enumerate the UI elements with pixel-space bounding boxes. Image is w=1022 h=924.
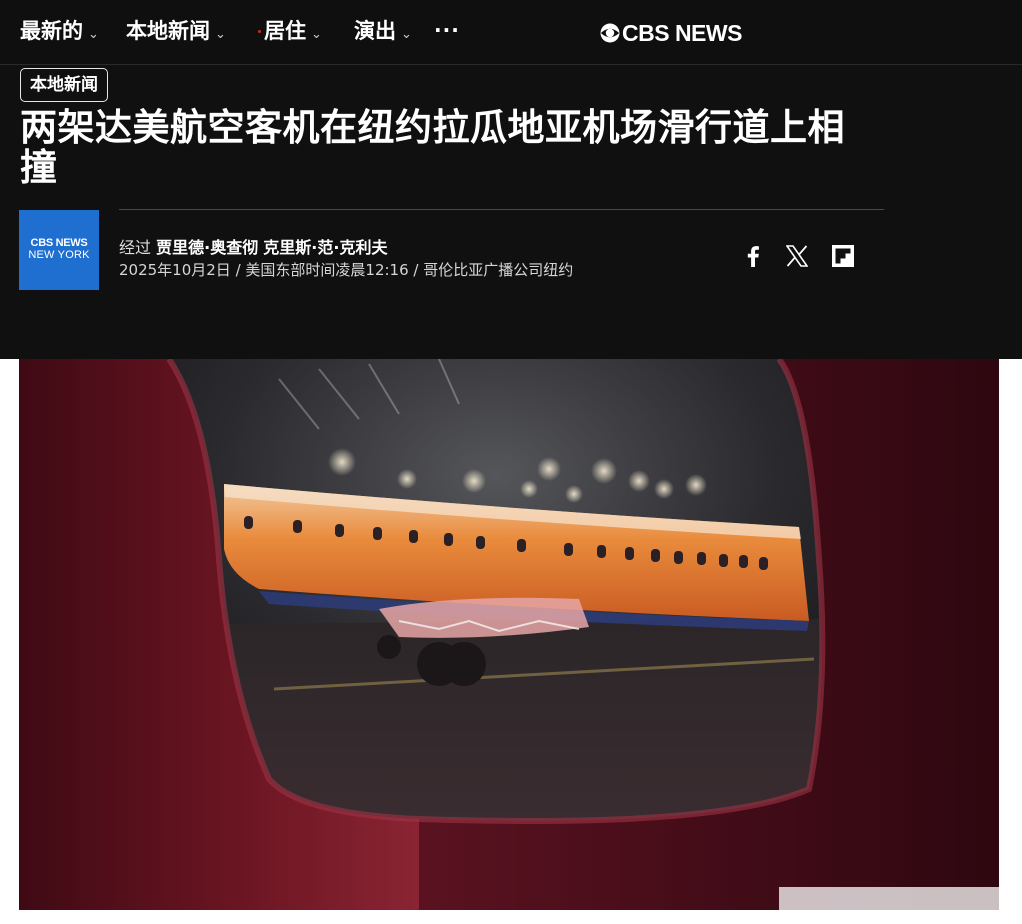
more-menu-button[interactable]: ··· <box>434 18 460 42</box>
author-link[interactable]: 贾里德·奥查彻 <box>156 238 258 257</box>
share-flipboard-button[interactable] <box>830 243 856 269</box>
top-navigation: 最新的 ⌄ 本地新闻 ⌄ 居住 ⌄ 演出 ⌄ ··· CBS NEWS <box>0 0 1022 65</box>
byline-prefix: 经过 <box>119 238 152 257</box>
x-icon <box>786 245 808 267</box>
plane-collision-photo <box>19 359 999 910</box>
live-indicator-dot <box>258 30 261 33</box>
nav-item-label: 最新的 <box>20 19 83 43</box>
nav-item-live[interactable]: 居住 ⌄ <box>258 16 322 50</box>
chevron-down-icon: ⌄ <box>401 27 412 42</box>
flipboard-icon <box>832 245 854 267</box>
chevron-down-icon: ⌄ <box>311 27 322 42</box>
chevron-down-icon: ⌄ <box>88 27 99 42</box>
headline: 两架达美航空客机在纽约拉瓜地亚机场滑行道上相撞 <box>20 105 845 189</box>
share-facebook-button[interactable] <box>740 243 766 269</box>
nav-item-shows[interactable]: 演出 ⌄ <box>354 16 412 50</box>
nav-item-label: 演出 <box>354 19 396 43</box>
facebook-icon <box>747 246 759 267</box>
byline-divider <box>119 209 884 210</box>
author-link[interactable]: 克里斯·范·克利夫 <box>263 238 387 257</box>
article-header: 本地新闻 两架达美航空客机在纽约拉瓜地亚机场滑行道上相撞 CBS NEWS NE… <box>0 65 1022 359</box>
lead-photo[interactable] <box>19 359 999 910</box>
nav-item-local-news[interactable]: 本地新闻 ⌄ <box>126 16 226 50</box>
nav-item-label: 居住 <box>264 19 306 43</box>
section-badge[interactable]: 本地新闻 <box>20 68 108 102</box>
share-x-button[interactable] <box>784 243 810 269</box>
byline: 经过 贾里德·奥查彻 克里斯·范·克利夫 <box>119 237 387 259</box>
author-avatar[interactable]: CBS NEWS NEW YORK <box>19 210 99 290</box>
avatar-city: NEW YORK <box>28 249 90 261</box>
logo-wordmark: CBS NEWS <box>622 19 742 46</box>
nav-item-latest[interactable]: 最新的 ⌄ <box>20 16 99 50</box>
chevron-down-icon: ⌄ <box>215 27 226 42</box>
cbs-eye-icon <box>600 23 620 43</box>
cbs-news-logo[interactable]: CBS NEWS <box>600 20 742 46</box>
dateline: 2025年10月2日 / 美国东部时间凌晨12:16 / 哥伦比亚广播公司纽约 <box>119 261 574 279</box>
avatar-brand: CBS NEWS <box>30 237 88 249</box>
nav-item-label: 本地新闻 <box>126 19 210 43</box>
